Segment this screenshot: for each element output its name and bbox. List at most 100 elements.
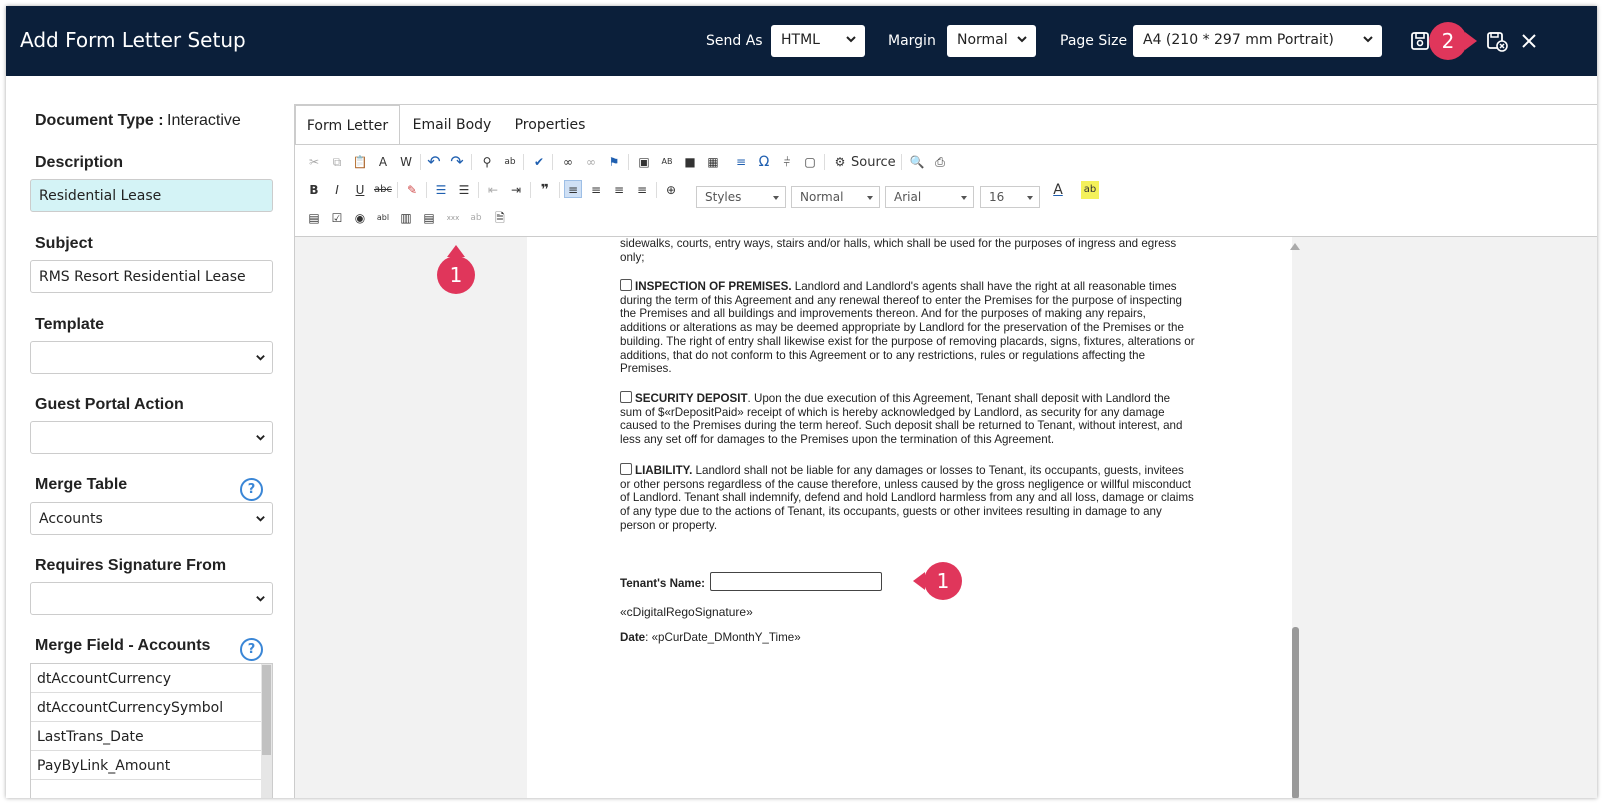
merge-list-scrollbar[interactable]: [261, 664, 272, 798]
badge-number: 2: [1441, 29, 1455, 53]
styles-combo[interactable]: Styles: [696, 186, 786, 208]
list-item[interactable]: PayByLink_Amount: [31, 751, 261, 780]
save-close-icon[interactable]: [1486, 30, 1508, 52]
toolbar-separator: [420, 154, 421, 170]
size-combo[interactable]: 16: [980, 186, 1040, 208]
radio-icon[interactable]: ◉: [351, 209, 369, 227]
margin-select[interactable]: Normal: [947, 25, 1036, 57]
editor-panel: Form Letter Email Body Properties ✂ ⧉ 📋 …: [294, 104, 1597, 798]
spellcheck-icon[interactable]: ✔: [530, 153, 548, 171]
paste-text-icon[interactable]: A: [374, 153, 392, 171]
source-button-label[interactable]: Source: [851, 155, 896, 170]
undo-icon[interactable]: ↶: [425, 153, 443, 171]
blockquote-icon[interactable]: ❞: [536, 181, 554, 199]
send-as-label: Send As: [706, 33, 763, 49]
page-size-select[interactable]: A4 (210 * 297 mm Portrait): [1133, 25, 1382, 57]
format-combo[interactable]: Normal: [791, 186, 880, 208]
paste-icon[interactable]: 📋: [351, 153, 369, 171]
scrollbar-thumb[interactable]: [1292, 627, 1299, 798]
text-color-icon[interactable]: A: [1049, 181, 1067, 199]
outdent-icon[interactable]: ⇤: [484, 181, 502, 199]
save-icon[interactable]: [1409, 30, 1431, 52]
security-checkbox[interactable]: [620, 391, 632, 403]
table-icon[interactable]: ▦: [704, 153, 722, 171]
page-break-icon[interactable]: ⫩: [778, 153, 796, 171]
send-as-value: HTML: [781, 32, 820, 48]
align-center-icon[interactable]: ≡: [587, 181, 605, 199]
align-right-icon[interactable]: ≡: [610, 181, 628, 199]
badge-pointer: [447, 245, 465, 257]
dialog-title: Add Form Letter Setup: [20, 28, 246, 52]
toolbar-separator: [478, 182, 479, 198]
flash-icon[interactable]: ■: [681, 153, 699, 171]
template-select[interactable]: [30, 341, 273, 374]
textarea-icon[interactable]: ▥: [397, 209, 415, 227]
button-icon[interactable]: xxx: [444, 209, 462, 227]
merge-table-select[interactable]: Accounts: [30, 502, 273, 535]
close-icon[interactable]: [1518, 30, 1540, 52]
template-icon[interactable]: AB: [658, 153, 676, 171]
badge-pointer: [913, 572, 925, 590]
inspection-checkbox[interactable]: [620, 279, 632, 291]
merge-table-help-icon[interactable]: ?: [240, 478, 263, 501]
link-icon[interactable]: ∞: [559, 153, 577, 171]
underline-icon[interactable]: U: [351, 181, 369, 199]
editor-toolbar: ✂ ⧉ 📋 A W ↶ ↷ ⚲ ab ✔ ∞ ∞ ⚑ ▣ AB ■ ▦ ≡ Ω …: [295, 144, 1597, 237]
preview-icon[interactable]: 🔍: [908, 153, 926, 171]
requires-signature-select[interactable]: [30, 582, 273, 615]
italic-icon[interactable]: I: [328, 181, 346, 199]
guest-portal-select[interactable]: [30, 421, 273, 454]
send-as-select[interactable]: HTML: [771, 25, 865, 57]
subject-field[interactable]: RMS Resort Residential Lease: [30, 260, 273, 293]
align-left-icon[interactable]: ≡: [564, 180, 582, 198]
signature-icon[interactable]: 🗎: [491, 209, 509, 227]
hidden-field-icon[interactable]: ab: [467, 209, 485, 227]
select-icon[interactable]: ▤: [420, 209, 438, 227]
redo-icon[interactable]: ↷: [448, 153, 466, 171]
font-combo[interactable]: Arial: [885, 186, 974, 208]
bg-color-icon[interactable]: ab: [1081, 181, 1099, 199]
checkbox-icon[interactable]: ☑: [328, 209, 346, 227]
tab-properties[interactable]: Properties: [507, 105, 593, 145]
description-field[interactable]: Residential Lease: [30, 179, 273, 212]
special-char-icon[interactable]: Ω: [755, 153, 773, 171]
find-icon[interactable]: ⚲: [478, 153, 496, 171]
image-icon[interactable]: ▣: [635, 153, 653, 171]
textfield-icon[interactable]: abl: [374, 209, 392, 227]
paste-word-icon[interactable]: W: [397, 153, 415, 171]
margin-label: Margin: [888, 33, 936, 49]
tab-form-letter[interactable]: Form Letter: [295, 105, 400, 145]
justify-icon[interactable]: ≡: [633, 181, 651, 199]
chevron-down-icon: [256, 355, 265, 361]
iframe-icon[interactable]: ▢: [801, 153, 819, 171]
tab-email-body[interactable]: Email Body: [405, 105, 499, 145]
cut-icon[interactable]: ✂: [305, 153, 323, 171]
form-icon[interactable]: ▤: [305, 209, 323, 227]
document-page[interactable]: sidewalks, courts, entry ways, stairs an…: [527, 237, 1292, 798]
remove-format-icon[interactable]: ✎: [403, 181, 421, 199]
unlink-icon[interactable]: ∞: [582, 153, 600, 171]
print-icon[interactable]: ⎙: [931, 153, 949, 171]
list-item[interactable]: LastTrans_Date: [31, 722, 261, 751]
document-scrollbar[interactable]: [1290, 237, 1300, 798]
list-item[interactable]: dtAccountCurrency: [31, 664, 261, 693]
numbered-list-icon[interactable]: ☰: [432, 181, 450, 199]
annotation-badge-toolbar: 1: [437, 245, 475, 294]
scroll-up-icon[interactable]: [1290, 243, 1300, 250]
liability-checkbox[interactable]: [620, 463, 632, 475]
merge-field-list: dtAccountCurrency dtAccountCurrencySymbo…: [30, 663, 273, 798]
source-icon[interactable]: ⚙: [831, 153, 849, 171]
merge-field-help-icon[interactable]: ?: [240, 638, 263, 661]
anchor-icon[interactable]: ⚑: [605, 153, 623, 171]
replace-icon[interactable]: ab: [501, 153, 519, 171]
bold-icon[interactable]: B: [305, 181, 323, 199]
hr-icon[interactable]: ≡: [732, 153, 750, 171]
copy-icon[interactable]: ⧉: [328, 153, 346, 171]
language-icon[interactable]: ⊕: [662, 181, 680, 199]
strike-icon[interactable]: abc: [374, 181, 392, 199]
bulleted-list-icon[interactable]: ☰: [455, 181, 473, 199]
tenant-name-field[interactable]: [710, 572, 882, 591]
list-item[interactable]: dtAccountCurrencySymbol: [31, 693, 261, 722]
indent-icon[interactable]: ⇥: [507, 181, 525, 199]
scrollbar-thumb[interactable]: [262, 665, 271, 755]
